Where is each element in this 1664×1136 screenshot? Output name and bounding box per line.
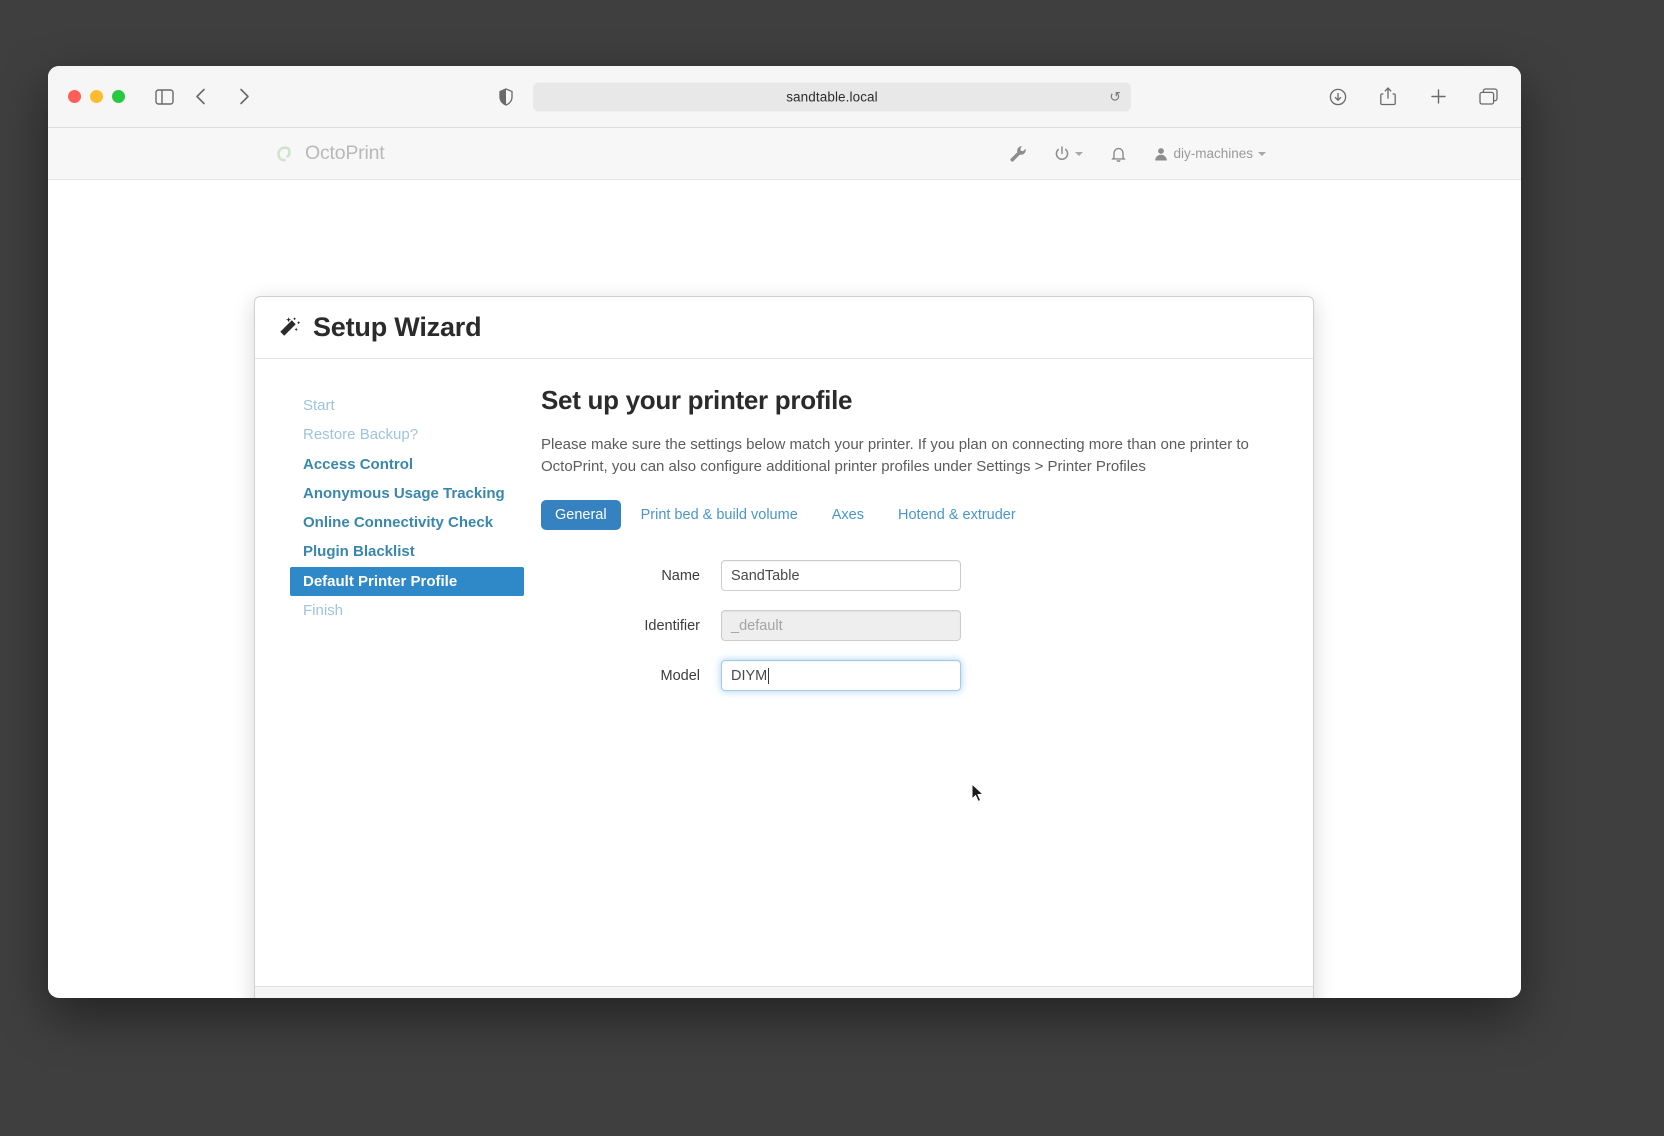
chevron-down-icon[interactable] xyxy=(1258,151,1266,156)
tab-general[interactable]: General xyxy=(541,500,621,531)
user-menu-label: diy-machines xyxy=(1173,146,1253,161)
sidebar-item-default-printer-profile[interactable]: Default Printer Profile xyxy=(290,566,524,596)
modal-header: Setup Wizard xyxy=(255,297,1313,359)
downloads-icon[interactable] xyxy=(1323,82,1353,112)
sidebar-item-plugin-blacklist[interactable]: Plugin Blacklist xyxy=(290,537,524,566)
forward-icon[interactable] xyxy=(229,82,259,112)
sidebar-item-restore-backup[interactable]: Restore Backup? xyxy=(290,420,524,449)
octoprint-brand-label: OctoPrint xyxy=(305,142,385,164)
profile-tabs: General Print bed & build volume Axes Ho… xyxy=(541,500,1253,531)
sidebar-item-start[interactable]: Start xyxy=(290,391,524,420)
close-window-button[interactable] xyxy=(68,90,81,103)
sidebar-item-finish[interactable]: Finish xyxy=(290,596,524,625)
wizard-nav: Start Restore Backup? Access Control Ano… xyxy=(255,385,525,986)
name-field-value: SandTable xyxy=(731,567,800,584)
maximize-window-button[interactable] xyxy=(112,90,125,103)
model-label: Model xyxy=(660,667,701,684)
tab-axes[interactable]: Axes xyxy=(818,500,878,530)
tab-print-bed-build-volume[interactable]: Print bed & build volume xyxy=(627,500,812,530)
section-heading: Set up your printer profile xyxy=(541,385,853,415)
name-label: Name xyxy=(661,567,700,584)
octoprint-navbar: OctoPrint diy-machines xyxy=(48,128,1521,180)
bell-icon[interactable] xyxy=(1111,146,1127,162)
wrench-icon[interactable] xyxy=(1009,145,1027,162)
browser-window: sandtable.local ↺ OctoPrint diy-machines… xyxy=(48,66,1521,998)
setup-wizard-modal: Setup Wizard Start Restore Backup? Acces… xyxy=(254,296,1314,998)
address-bar-url: sandtable.local xyxy=(786,89,878,104)
tab-overview-icon[interactable] xyxy=(1473,82,1503,112)
browser-toolbar: sandtable.local ↺ xyxy=(48,66,1521,128)
model-field[interactable]: DIYM xyxy=(721,660,961,692)
name-field[interactable]: SandTable xyxy=(721,560,961,592)
identifier-field: _default xyxy=(721,610,961,642)
mouse-cursor xyxy=(971,782,985,803)
address-bar[interactable]: sandtable.local ↺ xyxy=(533,82,1131,111)
tab-hotend-extruder[interactable]: Hotend & extruder xyxy=(884,500,1030,530)
sidebar-item-access-control[interactable]: Access Control xyxy=(290,450,524,479)
identifier-label: Identifier xyxy=(644,617,700,634)
sidebar-toggle-icon[interactable] xyxy=(149,82,179,112)
section-description: Please make sure the settings below matc… xyxy=(541,436,1249,476)
privacy-shield-icon[interactable] xyxy=(491,82,521,112)
window-controls[interactable] xyxy=(68,90,125,103)
octoprint-brand[interactable]: OctoPrint xyxy=(274,142,385,165)
form-row-model: Model DIYM xyxy=(541,660,1253,692)
sidebar-item-anonymous-usage-tracking[interactable]: Anonymous Usage Tracking xyxy=(290,479,524,508)
identifier-field-value: _default xyxy=(731,617,783,634)
octoprint-logo-icon xyxy=(274,143,296,165)
page-title: Setup Wizard xyxy=(313,312,482,342)
back-icon[interactable] xyxy=(185,82,215,112)
chevron-down-icon[interactable] xyxy=(1075,151,1084,156)
modal-footer: Previous Unless otherwise noted, you may… xyxy=(255,986,1313,998)
octoprint-page: Search... Setup Wizard xyxy=(48,180,1521,998)
magic-wand-icon xyxy=(275,315,301,341)
wizard-main: Set up your printer profile Please make … xyxy=(525,385,1313,986)
text-caret xyxy=(768,667,770,684)
power-icon[interactable] xyxy=(1054,145,1084,162)
form-row-identifier: Identifier _default xyxy=(541,610,1253,642)
minimize-window-button[interactable] xyxy=(90,90,103,103)
sidebar-item-online-connectivity-check[interactable]: Online Connectivity Check xyxy=(290,508,524,537)
reload-icon[interactable]: ↺ xyxy=(1109,90,1121,104)
form-row-name: Name SandTable xyxy=(541,560,1253,592)
modal-body: Start Restore Backup? Access Control Ano… xyxy=(255,359,1313,986)
model-field-value: DIYM xyxy=(731,667,768,684)
plus-icon[interactable] xyxy=(1423,82,1453,112)
share-icon[interactable] xyxy=(1373,82,1403,112)
user-menu[interactable]: diy-machines xyxy=(1154,146,1266,161)
